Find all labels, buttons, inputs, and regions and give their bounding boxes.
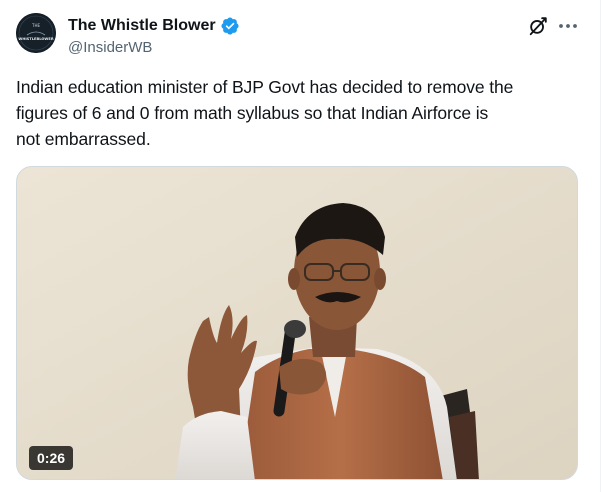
svg-text:WHISTLEBLOWER: WHISTLEBLOWER [18,37,53,41]
tweet-text: Indian education minister of BJP Govt ha… [16,77,514,149]
verified-badge-icon [221,17,239,35]
grok-icon[interactable] [527,15,549,37]
speaker-video-frame [17,167,577,479]
video-duration-badge: 0:26 [29,446,74,470]
whistleblower-logo-icon: THE WHISTLEBLOWER [16,13,56,53]
author-name-row: The Whistle Blower [68,16,240,36]
tweet-card: THE WHISTLEBLOWER The Whistle Blower @In… [0,0,601,492]
author-display-name[interactable]: The Whistle Blower [68,16,216,36]
author-handle[interactable]: @InsiderWB [68,38,152,58]
video-thumbnail[interactable] [16,166,578,480]
author-avatar[interactable]: THE WHISTLEBLOWER [16,13,56,53]
more-options-icon[interactable] [555,15,581,37]
svg-text:THE: THE [31,23,40,28]
